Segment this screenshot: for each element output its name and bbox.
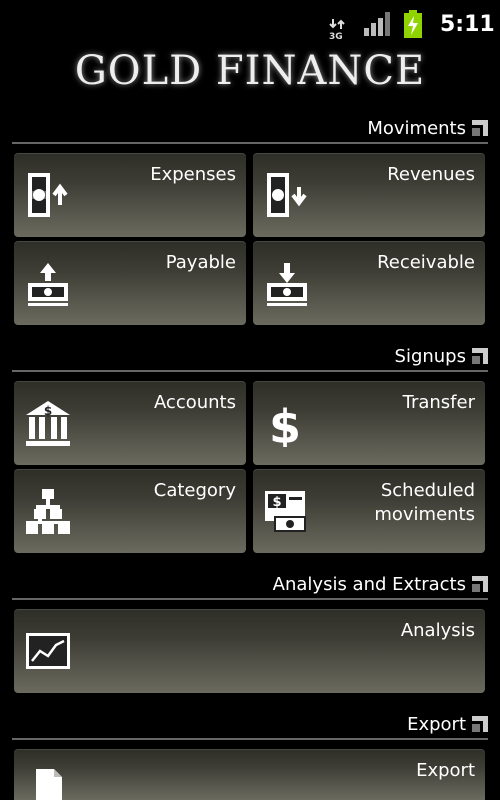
app-title: GOLD FINANCE [74, 48, 426, 94]
svg-text:$: $ [272, 495, 281, 510]
analysis-button[interactable]: Analysis [14, 609, 485, 693]
expand-corner-icon [472, 348, 488, 364]
revenues-label: Revenues [387, 164, 475, 185]
section-header-moviments: Moviments [367, 116, 488, 140]
scheduled-moviments-label: Scheduled moviments [374, 479, 475, 527]
expenses-button[interactable]: Expenses [14, 153, 246, 237]
category-button[interactable]: Category [14, 469, 246, 553]
signal-icon [364, 12, 390, 36]
scheduled-moviments-button[interactable]: $ Scheduled moviments [253, 469, 485, 553]
scheduled-moviments-label-line2: moviments [374, 504, 475, 525]
schedule-money-icon: $ [265, 491, 306, 532]
battery-charging-icon [404, 10, 422, 38]
receivable-label: Receivable [377, 252, 475, 273]
section-divider [12, 370, 488, 372]
network-type-label: 3G [329, 32, 343, 42]
section-title-signups: Signups [394, 345, 466, 367]
scheduled-moviments-label-line1: Scheduled [380, 480, 475, 501]
section-divider [12, 738, 488, 740]
status-bar: 3G 5:11 [0, 0, 500, 50]
revenues-button[interactable]: Revenues [253, 153, 485, 237]
expand-corner-icon [472, 716, 488, 732]
svg-text:$: $ [269, 400, 301, 447]
accounts-button[interactable]: $ Accounts [14, 381, 246, 465]
transfer-label: Transfer [402, 392, 475, 413]
export-button[interactable]: Export [14, 749, 485, 800]
accounts-label: Accounts [153, 392, 236, 413]
payable-label: Payable [165, 252, 236, 273]
section-title-moviments: Moviments [367, 117, 466, 139]
network-3g-icon: 3G [329, 14, 345, 42]
chart-icon [26, 633, 70, 669]
expand-corner-icon [472, 120, 488, 136]
section-header-signups: Signups [395, 344, 488, 368]
section-header-export: Export [407, 712, 488, 736]
status-clock: 5:11 [440, 12, 495, 37]
section-divider [12, 142, 488, 144]
document-icon [36, 769, 62, 800]
cash-in-icon [267, 263, 307, 306]
cash-out-icon [28, 263, 68, 306]
section-header-analysis: Analysis and Extracts [273, 572, 488, 596]
section-title-export: Export [407, 713, 466, 735]
analysis-label: Analysis [400, 620, 475, 641]
export-label: Export [416, 760, 475, 781]
receivable-button[interactable]: Receivable [253, 241, 485, 325]
expenses-label: Expenses [150, 164, 236, 185]
bank-icon: $ [26, 401, 70, 446]
money-up-icon [28, 173, 68, 217]
section-divider [12, 598, 488, 600]
expand-corner-icon [472, 576, 488, 592]
hierarchy-icon [26, 489, 70, 534]
transfer-button[interactable]: $ Transfer [253, 381, 485, 465]
payable-button[interactable]: Payable [14, 241, 246, 325]
category-label: Category [153, 480, 236, 501]
money-down-icon [267, 173, 307, 217]
dollar-icon: $ [269, 400, 301, 447]
section-title-analysis: Analysis and Extracts [272, 573, 466, 595]
svg-text:$: $ [44, 404, 52, 418]
